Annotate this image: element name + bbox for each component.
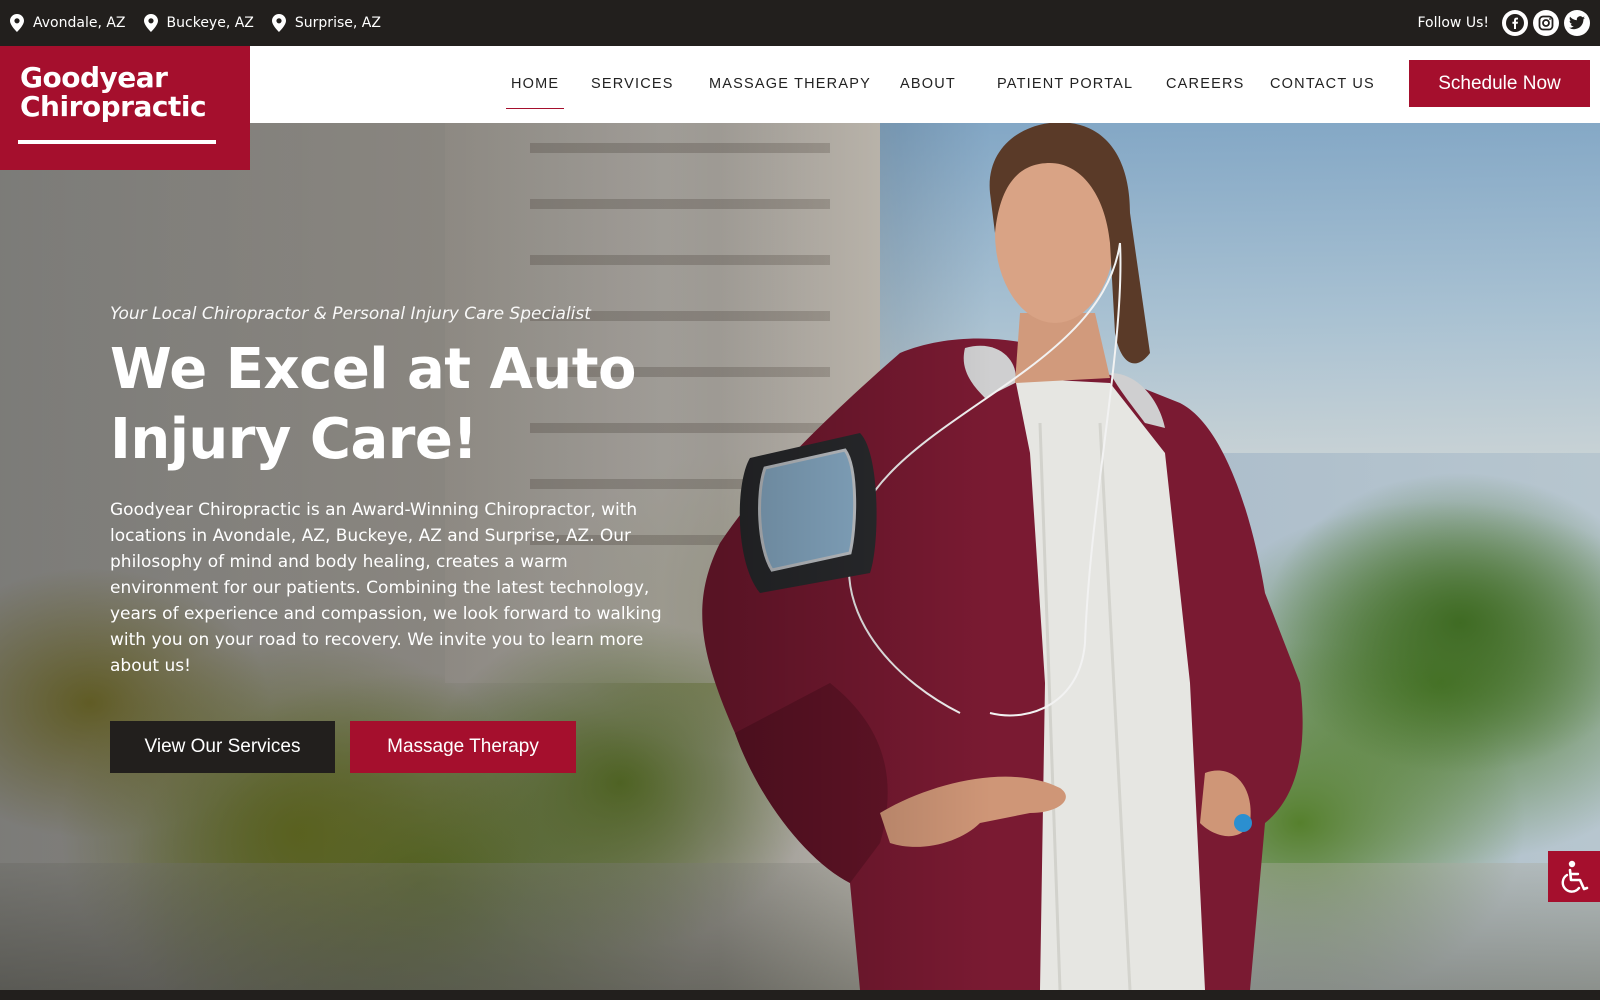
hero-headline: We Excel at Auto Injury Care! xyxy=(110,337,637,472)
top-bar: Avondale, AZ Buckeye, AZ Surprise, AZ Fo… xyxy=(0,0,1600,46)
wheelchair-icon[interactable] xyxy=(1548,851,1600,902)
facebook-icon[interactable] xyxy=(1502,10,1528,36)
nav-massage-therapy[interactable]: MASSAGE THERAPY xyxy=(709,46,871,123)
location-avondale[interactable]: Avondale, AZ xyxy=(10,14,126,32)
location-label: Surprise, AZ xyxy=(294,15,381,31)
site-logo[interactable]: Goodyear Chiropractic xyxy=(0,46,250,170)
hero-content: Your Local Chiropractor & Personal Injur… xyxy=(110,303,670,679)
footer-strip xyxy=(0,990,1600,1000)
schedule-now-button[interactable]: Schedule Now xyxy=(1409,60,1590,107)
map-pin-icon xyxy=(271,14,286,32)
instagram-icon[interactable] xyxy=(1533,10,1559,36)
map-pin-icon xyxy=(143,14,158,32)
hero-intro: Goodyear Chiropractic is an Award-Winnin… xyxy=(110,500,662,676)
logo-line2: Chiropractic xyxy=(20,90,207,123)
nav-contact-us[interactable]: CONTACT US xyxy=(1270,46,1375,123)
hero-section: Your Local Chiropractor & Personal Injur… xyxy=(0,123,1600,990)
twitter-icon[interactable] xyxy=(1564,10,1590,36)
view-services-button[interactable]: View Our Services xyxy=(110,721,335,773)
nav-patient-portal[interactable]: PATIENT PORTAL xyxy=(997,46,1133,123)
nav-home[interactable]: HOME xyxy=(505,46,565,123)
nav-about[interactable]: ABOUT xyxy=(900,46,956,123)
logo-underline xyxy=(18,140,216,144)
hero-tagline: Your Local Chiropractor & Personal Injur… xyxy=(110,304,591,324)
nav-services[interactable]: SERVICES xyxy=(591,46,674,123)
location-list: Avondale, AZ Buckeye, AZ Surprise, AZ xyxy=(10,0,381,46)
logo-line1: Goodyear xyxy=(20,61,168,94)
location-buckeye[interactable]: Buckeye, AZ xyxy=(143,14,254,32)
follow-label: Follow Us! xyxy=(1417,15,1489,31)
massage-therapy-button[interactable]: Massage Therapy xyxy=(350,721,576,773)
location-surprise[interactable]: Surprise, AZ xyxy=(271,14,381,32)
follow-us: Follow Us! xyxy=(1417,0,1590,46)
location-label: Avondale, AZ xyxy=(33,15,126,31)
location-label: Buckeye, AZ xyxy=(166,15,254,31)
map-pin-icon xyxy=(10,14,24,32)
nav-careers[interactable]: CAREERS xyxy=(1166,46,1245,123)
